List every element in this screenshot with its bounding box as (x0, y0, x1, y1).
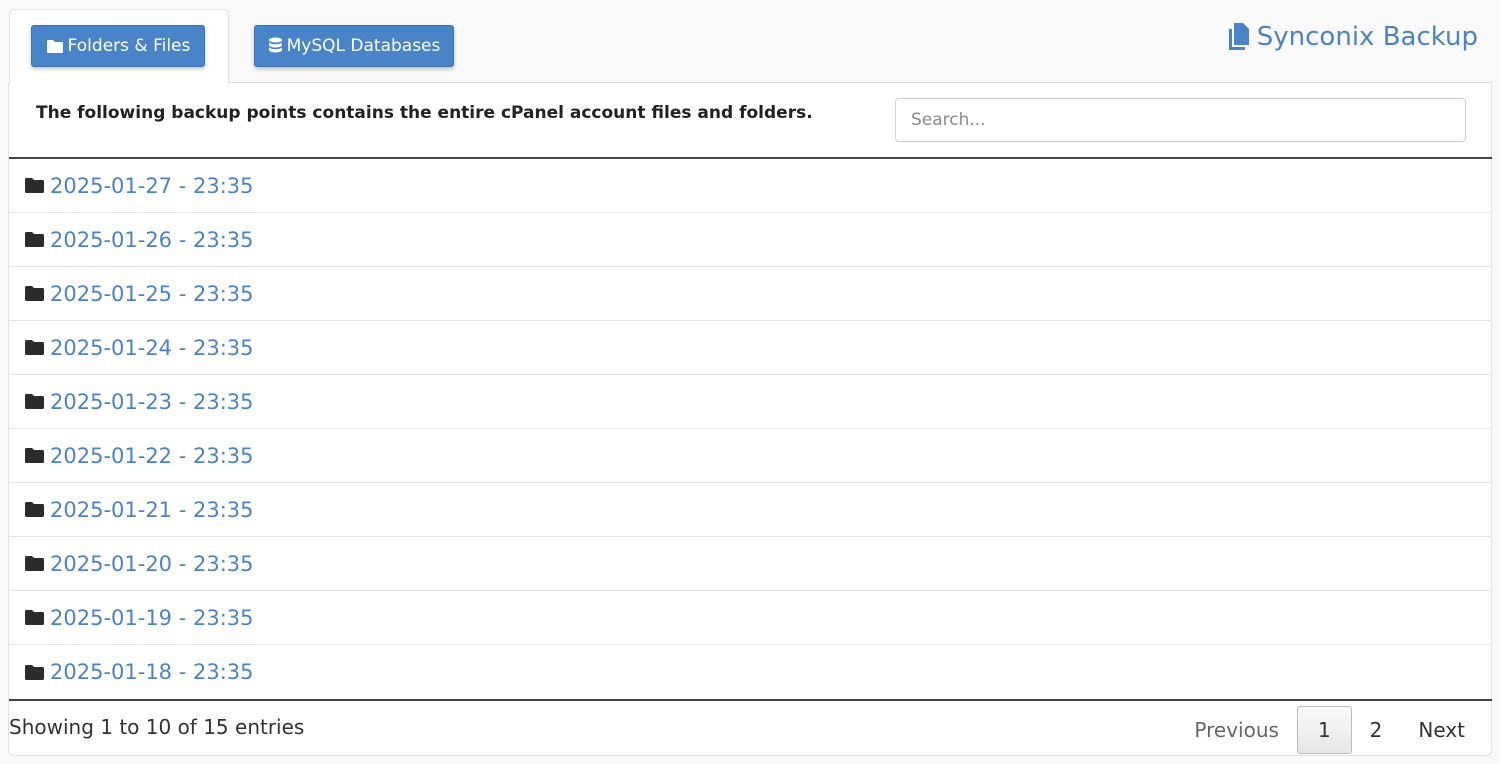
copy-icon (1228, 23, 1249, 50)
tab-folders-files[interactable]: Folders & Files (31, 25, 205, 67)
page-1-button[interactable]: 1 (1296, 706, 1352, 754)
backup-panel: The following backup points contains the… (8, 83, 1492, 756)
backup-link[interactable]: 2025-01-25 - 23:35 (50, 282, 254, 306)
folder-icon (25, 232, 44, 247)
backup-row: 2025-01-23 - 23:35 (9, 375, 1492, 429)
tab-mysql-databases[interactable]: MySQL Databases (254, 25, 454, 67)
brand-label: Synconix Backup (1256, 22, 1478, 52)
tab-bar: Folders & Files MySQL Databases Synconix… (0, 0, 1500, 86)
folder-icon (46, 39, 63, 53)
page-2-button[interactable]: 2 (1352, 706, 1401, 754)
backup-row: 2025-01-21 - 23:35 (9, 483, 1492, 537)
backup-row: 2025-01-27 - 23:35 (9, 159, 1492, 213)
backup-row: 2025-01-18 - 23:35 (9, 645, 1492, 699)
backup-row: 2025-01-22 - 23:35 (9, 429, 1492, 483)
intro-text: The following backup points contains the… (36, 103, 813, 123)
backup-link[interactable]: 2025-01-22 - 23:35 (50, 444, 254, 468)
backup-link[interactable]: 2025-01-26 - 23:35 (50, 228, 254, 252)
folder-icon (25, 286, 44, 301)
backup-link[interactable]: 2025-01-20 - 23:35 (50, 552, 254, 576)
folder-icon (25, 502, 44, 517)
folder-icon (25, 664, 44, 680)
backup-row: 2025-01-20 - 23:35 (9, 537, 1492, 591)
folder-icon (25, 340, 44, 355)
folder-icon (25, 178, 44, 193)
tab-mysql-databases-label: MySQL Databases (286, 36, 441, 56)
backup-list: 2025-01-27 - 23:35 2025-01-26 - 23:35 2025… (9, 157, 1492, 701)
previous-button[interactable]: Previous (1176, 706, 1297, 754)
folder-icon (25, 394, 44, 409)
folder-icon (25, 448, 44, 463)
next-button[interactable]: Next (1400, 706, 1483, 754)
backup-link[interactable]: 2025-01-27 - 23:35 (50, 174, 254, 198)
backup-row: 2025-01-26 - 23:35 (9, 213, 1492, 267)
backup-link[interactable]: 2025-01-21 - 23:35 (50, 498, 254, 522)
entries-info: Showing 1 to 10 of 15 entries (9, 715, 305, 739)
backup-link[interactable]: 2025-01-18 - 23:35 (50, 660, 254, 684)
folder-icon (25, 556, 44, 571)
backup-row: 2025-01-25 - 23:35 (9, 267, 1492, 321)
backup-row: 2025-01-19 - 23:35 (9, 591, 1492, 645)
tab-folders-files-label: Folders & Files (67, 36, 191, 56)
backup-link[interactable]: 2025-01-19 - 23:35 (50, 606, 254, 630)
backup-row: 2025-01-24 - 23:35 (9, 321, 1492, 375)
database-icon (268, 37, 282, 53)
brand-title: Synconix Backup (1227, 22, 1478, 52)
pagination: Previous 1 2 Next (1176, 705, 1483, 755)
search-input[interactable] (895, 98, 1466, 142)
folder-icon (25, 610, 44, 625)
backup-link[interactable]: 2025-01-24 - 23:35 (50, 336, 254, 360)
backup-link[interactable]: 2025-01-23 - 23:35 (50, 390, 254, 414)
